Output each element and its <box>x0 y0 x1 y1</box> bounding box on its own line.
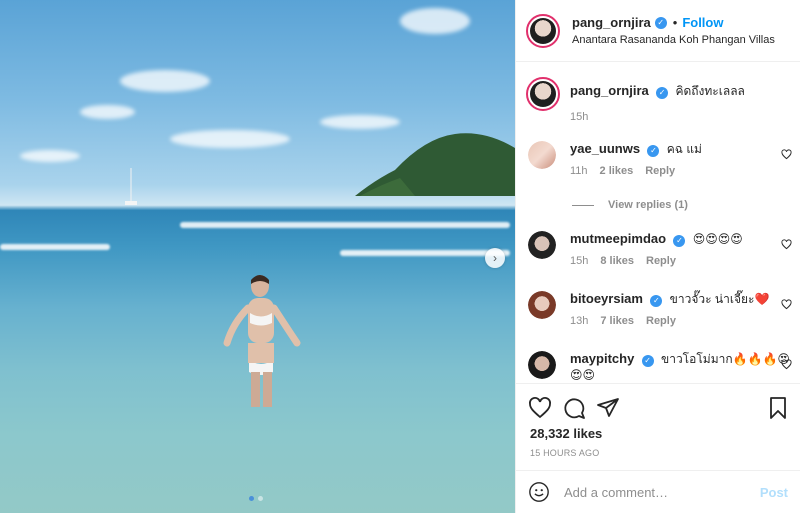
emoji-icon[interactable] <box>528 481 550 503</box>
comment-username[interactable]: yae_uunws <box>570 141 640 156</box>
post-username[interactable]: pang_ornjira <box>572 15 651 30</box>
comment-text: ขาวจั๊วะ น่าเจี๊ยะ❤️ <box>669 292 770 306</box>
comment-time: 11h <box>570 165 588 177</box>
avatar[interactable] <box>528 291 556 319</box>
avatar[interactable] <box>528 231 556 259</box>
comment-input[interactable]: Add a comment… <box>564 485 760 500</box>
reply-button[interactable]: Reply <box>646 255 676 267</box>
verified-icon: ✓ <box>673 235 686 247</box>
comment-username[interactable]: mutmeepimdao <box>570 231 666 246</box>
carousel-dot <box>249 496 254 501</box>
cloud <box>400 8 470 34</box>
person-figure <box>223 275 301 407</box>
comment-text: 😍😍😍😍 <box>692 232 743 246</box>
share-icon[interactable] <box>596 396 620 420</box>
comment-item: maypitchy ✓ ขาวโอโม่มาก🔥🔥🔥😍 😍😍 <box>528 351 800 383</box>
likes-count[interactable]: 28,332 likes <box>530 426 602 441</box>
comment-item: yae_uunws ✓ คฉ แม่ 11h 2 likes Reply <box>528 141 800 177</box>
verified-icon: ✓ <box>650 295 663 307</box>
chevron-right-icon: › <box>493 251 497 265</box>
cloud <box>80 105 135 119</box>
add-comment-bar: Add a comment… Post <box>516 470 800 513</box>
comment-text-line2: 😍😍 <box>570 368 596 382</box>
wave <box>0 244 110 250</box>
reply-button[interactable]: Reply <box>646 315 676 327</box>
comment-time: 15h <box>570 255 589 267</box>
avatar[interactable] <box>528 141 556 169</box>
comment-username[interactable]: pang_ornjira <box>570 83 649 98</box>
cloud <box>320 115 400 129</box>
post-photo[interactable]: › <box>0 0 515 513</box>
view-replies-button[interactable]: View replies (1) <box>572 199 688 211</box>
comment-text: คฉ แม่ <box>666 142 702 156</box>
comment-icon[interactable] <box>562 396 586 420</box>
comment-likes[interactable]: 2 likes <box>600 165 634 177</box>
reply-button[interactable]: Reply <box>645 165 675 177</box>
separator: • <box>672 15 678 30</box>
wave <box>180 222 510 228</box>
heart-icon[interactable] <box>781 299 792 310</box>
post-time: 15 HOURS AGO <box>530 448 600 458</box>
view-replies-label: View replies (1) <box>608 199 688 211</box>
like-icon[interactable] <box>528 396 552 420</box>
carousel-dot <box>258 496 263 501</box>
post-actions: 28,332 likes 15 HOURS AGO <box>516 383 800 463</box>
verified-icon: ✓ <box>656 87 669 99</box>
comment-text: ขาวโอโม่มาก🔥🔥🔥😍 <box>661 352 790 366</box>
comment-item: bitoeyrsiam ✓ ขาวจั๊วะ น่าเจี๊ยะ❤️ 13h 7… <box>528 291 800 327</box>
cloud <box>20 150 80 162</box>
sailboat <box>125 168 137 205</box>
verified-icon: ✓ <box>654 16 667 29</box>
caption-time: 15h <box>570 111 589 123</box>
comment-username[interactable]: bitoeyrsiam <box>570 291 643 306</box>
comments-list: pang_ornjira ✓ คิดถึงทะเลลล 15h yae_uunw… <box>516 63 800 383</box>
caption-text: คิดถึงทะเลลล <box>675 84 745 98</box>
heart-icon[interactable] <box>781 149 792 160</box>
post-location[interactable]: Anantara Rasananda Koh Phangan Villas <box>572 34 775 46</box>
avatar[interactable] <box>528 351 556 379</box>
avatar[interactable] <box>526 77 560 111</box>
verified-icon: ✓ <box>647 145 660 157</box>
heart-icon[interactable] <box>781 359 792 370</box>
verified-icon: ✓ <box>641 355 654 367</box>
follow-button[interactable]: Follow <box>682 15 723 30</box>
cloud <box>120 70 210 92</box>
comment-likes[interactable]: 7 likes <box>600 315 634 327</box>
carousel-indicator <box>249 496 263 501</box>
divider <box>572 204 594 206</box>
post-sidebar: pang_ornjira ✓ • Follow Anantara Rasanan… <box>515 0 800 513</box>
island <box>355 133 515 196</box>
comment-item: mutmeepimdao ✓ 😍😍😍😍 15h 8 likes Reply <box>528 231 800 267</box>
comment-time: 13h <box>570 315 589 327</box>
cloud <box>170 130 290 148</box>
heart-icon[interactable] <box>781 239 792 250</box>
post-header: pang_ornjira ✓ • Follow Anantara Rasanan… <box>516 0 800 62</box>
next-photo-button[interactable]: › <box>485 248 505 268</box>
avatar[interactable] <box>526 13 560 48</box>
caption-item: pang_ornjira ✓ คิดถึงทะเลลล 15h <box>526 77 800 123</box>
post-button[interactable]: Post <box>760 485 788 500</box>
comment-username[interactable]: maypitchy <box>570 351 634 366</box>
comment-likes[interactable]: 8 likes <box>600 255 634 267</box>
bookmark-icon[interactable] <box>766 396 790 420</box>
